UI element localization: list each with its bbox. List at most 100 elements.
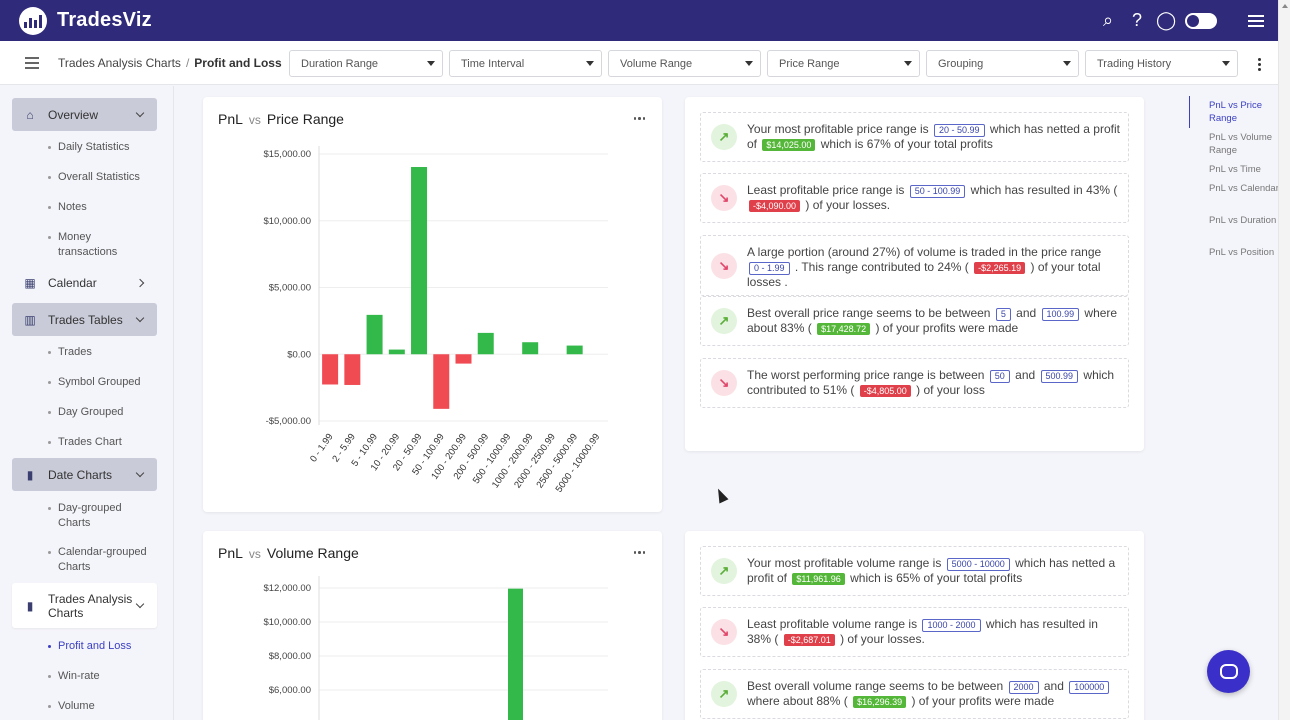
bar[interactable]	[433, 354, 450, 409]
y-tick-label: $10,000.00	[263, 617, 311, 628]
section-link-pnl-position[interactable]: PnL vs Position	[1209, 246, 1279, 259]
sidebar-group-trades-tables[interactable]: ▥ Trades Tables	[12, 303, 157, 336]
range-tag: 20 - 50.99	[934, 124, 985, 137]
bar[interactable]	[366, 314, 383, 355]
section-link-pnl-duration[interactable]: PnL vs Duration	[1209, 214, 1279, 227]
sidebar-group-overview[interactable]: ⌂ Overview	[12, 98, 157, 131]
menu-icon[interactable]	[1248, 12, 1264, 30]
price-range-select[interactable]: Price Range	[767, 50, 920, 77]
sidebar: ⌂ Overview Daily Statistics Overall Stati…	[0, 86, 174, 720]
section-link-pnl-price-range[interactable]: PnL vs Price Range	[1209, 99, 1279, 125]
bar[interactable]	[508, 588, 523, 720]
profit-amount-badge: $17,428.72	[817, 323, 871, 335]
insight-text: A large portion (around 27%) of volume i…	[747, 245, 1122, 290]
range-tag: 50 - 100.99	[909, 185, 966, 198]
sidebar-item-daily-statistics[interactable]: Daily Statistics	[48, 140, 130, 155]
sidebar-item-notes[interactable]: Notes	[48, 200, 87, 215]
sidebar-item-symbol-grouped[interactable]: Symbol Grouped	[48, 375, 141, 390]
sidebar-group-trades-analysis-charts[interactable]: ▮ Trades Analysis Charts	[12, 583, 157, 628]
bar[interactable]	[411, 167, 428, 355]
section-nav-indicator	[1189, 96, 1190, 128]
insights-card-volume-range: ↗ Your most profitable volume range is 50…	[685, 531, 1144, 720]
help-icon[interactable]: ?	[1127, 0, 1147, 41]
bar[interactable]	[388, 349, 405, 355]
section-link-pnl-volume-range[interactable]: PnL vs Volume Range	[1209, 131, 1279, 157]
profit-amount-badge: $14,025.00	[762, 139, 816, 151]
chat-icon[interactable]: ◯	[1156, 0, 1176, 41]
chevron-down-icon	[135, 313, 145, 323]
top-navbar: TradesViz ⌕ ? ◯	[0, 0, 1290, 41]
insight-item: ↘ The worst performing price range is bet…	[700, 358, 1129, 408]
chevron-right-icon	[135, 278, 145, 287]
sidebar-item-win-rate[interactable]: Win-rate	[48, 669, 100, 684]
bar[interactable]	[344, 354, 361, 385]
search-icon[interactable]: ⌕	[1098, 0, 1118, 41]
bar[interactable]	[322, 354, 339, 385]
sidebar-item-day-grouped-charts[interactable]: Day-grouped Charts	[48, 501, 128, 531]
sidebar-item-trades-chart[interactable]: Trades Chart	[48, 435, 122, 450]
insight-text-part: ) of your profits were made	[875, 321, 1019, 335]
profit-amount-badge: $16,296.39	[853, 696, 907, 708]
range-tag: 50	[989, 370, 1010, 383]
insight-text-part: A large portion (around 27%) of volume i…	[747, 245, 1102, 259]
bar[interactable]	[455, 354, 472, 364]
theme-toggle[interactable]	[1185, 12, 1217, 29]
breadcrumb-separator: /	[185, 55, 190, 70]
insight-text-part: and	[1016, 306, 1037, 320]
filter-bar: Duration Range Time Interval Volume Rang…	[289, 50, 1238, 77]
section-link-pnl-time[interactable]: PnL vs Time	[1209, 163, 1279, 176]
insight-text-part: ) of your profits were made	[911, 694, 1055, 708]
grouping-select[interactable]: Grouping	[926, 50, 1079, 77]
sidebar-item-money-transactions[interactable]: Money transactions	[48, 230, 143, 260]
insight-text: Best overall price range seems to be bet…	[747, 306, 1122, 336]
insight-text-part: where about 88% (	[747, 694, 848, 708]
y-tick-label: $12,000.00	[263, 583, 311, 594]
volume-range-select[interactable]: Volume Range	[608, 50, 761, 77]
bar[interactable]	[477, 332, 494, 355]
section-link-pnl-calendar[interactable]: PnL vs Calendar	[1209, 182, 1279, 195]
breadcrumb: Trades Analysis Charts / Profit and Loss	[58, 56, 282, 70]
range-tag: 100000	[1069, 681, 1110, 694]
sidebar-group-calendar[interactable]: ▦ Calendar	[12, 266, 157, 299]
insight-text: Least profitable volume range is 1000 - …	[747, 617, 1122, 647]
app-logo[interactable]: TradesViz	[19, 6, 152, 35]
range-tag: 5	[995, 308, 1011, 321]
loss-amount-badge: -$4,805.00	[859, 385, 911, 397]
insight-item: ↘ Least profitable volume range is 1000 -…	[700, 607, 1129, 657]
insight-item: ↗ Your most profitable price range is 20 …	[700, 112, 1129, 162]
duration-range-select[interactable]: Duration Range	[289, 50, 443, 77]
insight-text-part: The worst performing price range is betw…	[747, 368, 985, 382]
bar[interactable]	[566, 345, 583, 355]
loss-amount-badge: -$2,265.19	[974, 262, 1026, 274]
chat-widget-button[interactable]	[1207, 650, 1250, 693]
insight-item: ↘ Least profitable price range is 50 - 10…	[700, 173, 1129, 223]
y-tick-label: $8,000.00	[269, 651, 311, 662]
calendar-icon: ▦	[24, 275, 36, 290]
sidebar-item-trades[interactable]: Trades	[48, 345, 92, 360]
y-tick-label: $15,000.00	[263, 149, 311, 160]
sub-header: Trades Analysis Charts / Profit and Loss D…	[0, 41, 1278, 85]
sidebar-item-volume[interactable]: Volume	[48, 699, 95, 714]
sidebar-toggle-icon[interactable]	[25, 54, 39, 72]
insight-text: Least profitable price range is 50 - 100…	[747, 183, 1122, 213]
y-tick-label: $5,000.00	[269, 283, 311, 294]
chevron-down-icon	[135, 468, 145, 478]
scroll-up-icon[interactable]	[1282, 4, 1288, 8]
breadcrumb-parent[interactable]: Trades Analysis Charts	[58, 56, 181, 70]
sidebar-item-calendar-grouped-charts[interactable]: Calendar-grouped Charts	[48, 545, 148, 575]
page-scrollbar[interactable]	[1278, 0, 1290, 720]
insight-item: ↘ A large portion (around 27%) of volume …	[700, 235, 1129, 296]
insight-item: ↗ Best overall price range seems to be be…	[700, 296, 1129, 346]
insight-text-part: Least profitable price range is	[747, 183, 905, 197]
chevron-down-icon	[745, 61, 753, 66]
insight-text-part: which is 67% of your total profits	[820, 137, 993, 151]
bar[interactable]	[522, 342, 539, 355]
time-interval-select[interactable]: Time Interval	[449, 50, 602, 77]
loss-amount-badge: -$2,687.01	[783, 634, 835, 646]
sidebar-group-date-charts[interactable]: ▮ Date Charts	[12, 458, 157, 491]
sidebar-item-day-grouped[interactable]: Day Grouped	[48, 405, 123, 420]
sidebar-item-profit-and-loss[interactable]: Profit and Loss	[48, 639, 131, 654]
trading-history-select[interactable]: Trading History	[1085, 50, 1238, 77]
sidebar-item-overall-statistics[interactable]: Overall Statistics	[48, 170, 140, 185]
more-options-icon[interactable]	[1258, 56, 1261, 73]
